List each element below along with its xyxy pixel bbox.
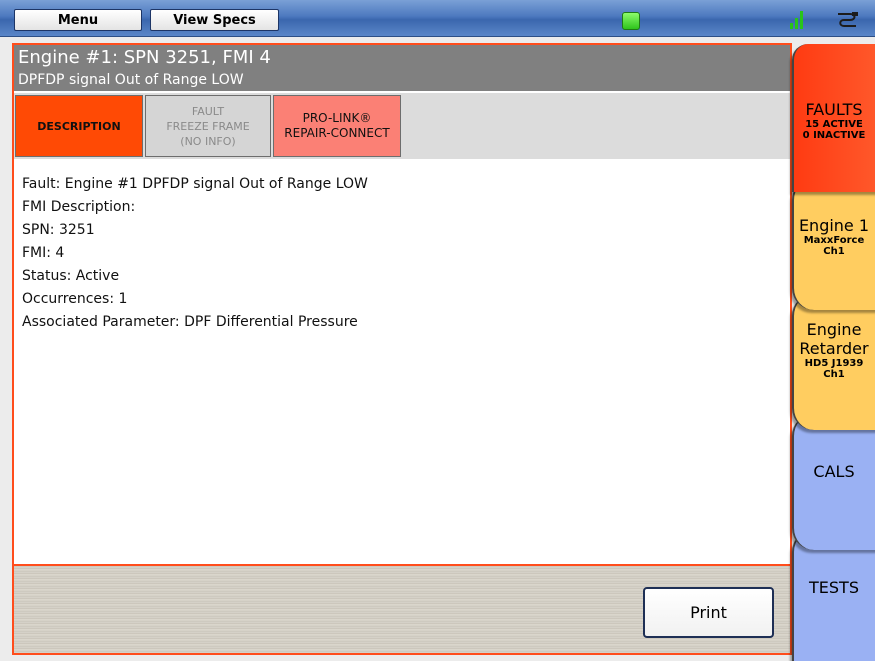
side-tab-cals[interactable]: CALS	[792, 414, 875, 550]
description-associated-parameter: Associated Parameter: DPF Differential P…	[22, 314, 358, 330]
top-toolbar: Menu View Specs	[0, 0, 875, 37]
tab-repair-connect-line2: REPAIR-CONNECT	[284, 126, 390, 140]
description-fmi-description: FMI Description:	[22, 199, 136, 215]
signal-strength-icon	[790, 9, 806, 29]
connection-status-indicator	[622, 12, 640, 30]
fault-title: Engine #1: SPN 3251, FMI 4	[18, 47, 271, 68]
tab-freeze-frame[interactable]: FAULT FREEZE FRAME (NO INFO)	[145, 95, 271, 157]
description-occurrences: Occurrences: 1	[22, 291, 128, 307]
side-tab-engine1-title: Engine 1	[798, 216, 870, 235]
side-tab-engine1[interactable]: Engine 1 MaxxForce Ch1	[792, 178, 875, 310]
side-tab-retarder-channel: Ch1	[823, 369, 845, 380]
tab-freeze-frame-line2: FREEZE FRAME	[166, 119, 250, 133]
fault-detail-panel: Engine #1: SPN 3251, FMI 4 DPFDP signal …	[12, 43, 792, 655]
side-tab-faults-active: 15 ACTIVE	[805, 119, 863, 130]
side-tab-faults-inactive: 0 INACTIVE	[802, 130, 866, 141]
side-tab-engine1-channel: Ch1	[823, 246, 845, 257]
tab-repair-connect-line1: PRO-LINK®	[302, 111, 372, 125]
side-tab-retarder-title2: Retarder	[799, 339, 869, 358]
side-tab-faults[interactable]: FAULTS 15 ACTIVE 0 INACTIVE	[792, 44, 875, 192]
tab-freeze-frame-line1: FAULT	[191, 104, 225, 118]
fault-description-content: Fault: Engine #1 DPFDP signal Out of Ran…	[14, 161, 790, 566]
fault-header: Engine #1: SPN 3251, FMI 4 DPFDP signal …	[14, 45, 790, 91]
side-tab-engine1-model: MaxxForce	[803, 235, 865, 246]
side-tab-faults-title: FAULTS	[805, 100, 863, 119]
view-specs-button[interactable]: View Specs	[150, 9, 279, 31]
tab-freeze-frame-line3: (NO INFO)	[180, 134, 236, 148]
side-tab-retarder-protocol: HD5 J1939	[804, 358, 864, 369]
detail-tabs: DESCRIPTION FAULT FREEZE FRAME (NO INFO)…	[14, 93, 790, 159]
menu-button[interactable]: Menu	[14, 9, 142, 31]
tab-description-label: DESCRIPTION	[37, 119, 121, 133]
side-tab-retarder-title1: Engine	[806, 320, 862, 339]
side-tab-engine-retarder[interactable]: Engine Retarder HD5 J1939 Ch1	[792, 294, 875, 430]
description-status: Status: Active	[22, 268, 120, 284]
action-footer: Print	[14, 566, 790, 653]
description-spn: SPN: 3251	[22, 222, 95, 238]
description-fault: Fault: Engine #1 DPFDP signal Out of Ran…	[22, 176, 368, 192]
cable-connection-icon	[838, 12, 858, 27]
fault-subtitle: DPFDP signal Out of Range LOW	[18, 72, 244, 88]
print-button[interactable]: Print	[643, 587, 774, 638]
description-fmi: FMI: 4	[22, 245, 65, 261]
side-tab-tests-title: TESTS	[809, 578, 859, 597]
tab-description[interactable]: DESCRIPTION	[15, 95, 143, 157]
side-tab-cals-title: CALS	[813, 462, 855, 481]
tab-repair-connect[interactable]: PRO-LINK® REPAIR-CONNECT	[273, 95, 401, 157]
